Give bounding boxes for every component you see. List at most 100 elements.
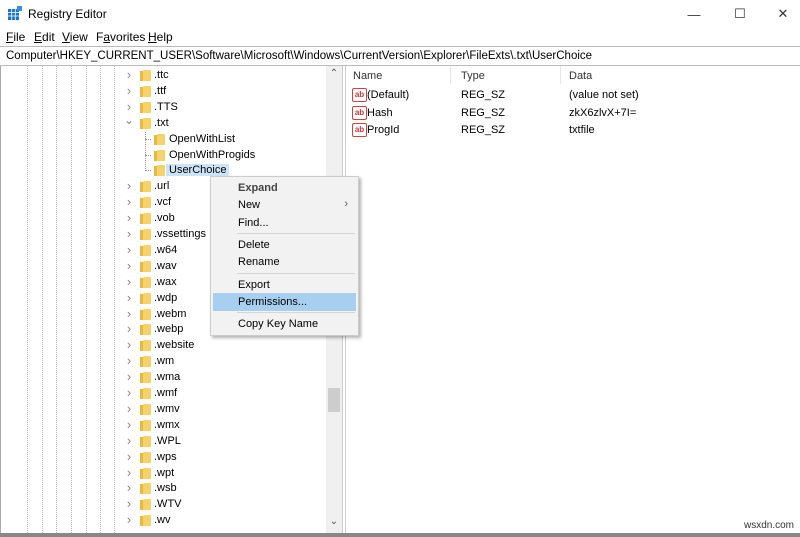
tree-item[interactable]: › .wmv xyxy=(1,401,326,418)
tree-item[interactable]: › .ttc xyxy=(1,67,326,84)
string-value-icon: ab xyxy=(352,105,367,120)
context-menu-delete[interactable]: Delete xyxy=(213,236,356,254)
chevron-right-icon[interactable]: › xyxy=(124,449,134,464)
chevron-right-icon[interactable]: › xyxy=(124,417,134,432)
chevron-right-icon[interactable]: › xyxy=(124,67,134,82)
tree-item[interactable]: › .TTS xyxy=(1,99,326,116)
tree-item[interactable]: › .wv xyxy=(1,512,326,529)
menu-view[interactable]: View xyxy=(62,30,88,44)
folder-icon xyxy=(140,340,151,352)
folder-icon xyxy=(140,515,151,527)
tree-item[interactable]: › .wm xyxy=(1,353,326,370)
chevron-right-icon[interactable]: › xyxy=(124,83,134,98)
chevron-right-icon[interactable]: › xyxy=(124,369,134,384)
tree-item[interactable]: › .ttf xyxy=(1,83,326,100)
tree-item[interactable]: › .wps xyxy=(1,449,326,466)
address-path[interactable]: Computer\HKEY_CURRENT_USER\Software\Micr… xyxy=(6,50,592,62)
scroll-thumb[interactable] xyxy=(328,388,340,412)
menu-help[interactable]: Help xyxy=(148,30,173,44)
scroll-up-icon[interactable]: ⌃ xyxy=(326,68,342,79)
context-menu-permissions[interactable]: Permissions... xyxy=(213,292,356,311)
window-bottom-edge xyxy=(0,533,800,537)
chevron-right-icon[interactable]: › xyxy=(124,337,134,352)
menu-edit[interactable]: Edit xyxy=(34,30,55,44)
context-menu-find[interactable]: Find... xyxy=(213,214,356,232)
chevron-right-icon[interactable]: › xyxy=(124,385,134,400)
menu-file[interactable]: File xyxy=(6,30,25,44)
tree-item[interactable]: › .wmx xyxy=(1,417,326,434)
tree-item-label: .vcf xyxy=(154,196,172,209)
chevron-down-icon[interactable]: ⌄ xyxy=(124,113,134,127)
tree-item[interactable]: › .wmf xyxy=(1,385,326,402)
folder-icon xyxy=(140,372,151,384)
submenu-arrow-icon: › xyxy=(344,198,348,211)
value-data: (value not set) xyxy=(569,89,639,101)
close-icon: ✕ xyxy=(777,6,789,21)
value-data: txtfile xyxy=(569,124,595,136)
chevron-right-icon[interactable]: › xyxy=(124,242,134,257)
tree-item[interactable]: ⌄ .txt xyxy=(1,113,326,132)
context-menu-new[interactable]: New › xyxy=(213,196,356,214)
chevron-right-icon[interactable]: › xyxy=(124,99,134,114)
tree-item-label: .txt xyxy=(154,116,169,129)
context-menu: Expand New › Find... Delete Rename Export Permi… xyxy=(210,176,359,336)
chevron-right-icon[interactable]: › xyxy=(124,401,134,416)
menu-item-label: Export xyxy=(238,278,270,291)
folder-icon xyxy=(140,276,151,288)
maximize-icon: ☐ xyxy=(734,6,746,21)
tree-item[interactable]: › .wma xyxy=(1,369,326,386)
tree-item-label: .wmv xyxy=(154,402,180,415)
tree-item[interactable]: › .website xyxy=(1,337,326,354)
context-menu-export[interactable]: Export xyxy=(213,276,356,294)
context-menu-expand[interactable]: Expand xyxy=(213,179,356,197)
chevron-right-icon[interactable]: › xyxy=(124,353,134,368)
maximize-button[interactable]: ☐ xyxy=(717,0,763,28)
chevron-right-icon[interactable]: › xyxy=(124,306,134,321)
context-menu-rename[interactable]: Rename xyxy=(213,253,356,271)
chevron-right-icon[interactable]: › xyxy=(124,465,134,480)
chevron-right-icon[interactable]: › xyxy=(124,194,134,209)
menu-favorites[interactable]: Favorites xyxy=(96,30,145,44)
tree-item-label: .wmf xyxy=(154,387,178,399)
tree-item-label: OpenWithList xyxy=(169,132,236,145)
chevron-right-icon[interactable]: › xyxy=(124,290,134,305)
column-header-name[interactable]: Name xyxy=(353,70,382,82)
folder-icon xyxy=(140,499,151,511)
chevron-right-icon[interactable]: › xyxy=(124,274,134,289)
tree-item[interactable]: › .WPL xyxy=(1,433,326,450)
chevron-right-icon[interactable]: › xyxy=(124,210,134,225)
scroll-down-icon[interactable]: ⌄ xyxy=(326,516,342,527)
address-bar[interactable]: Computer\HKEY_CURRENT_USER\Software\Micr… xyxy=(0,46,800,66)
tree-item[interactable]: OpenWithList xyxy=(1,132,326,148)
folder-icon xyxy=(154,133,165,145)
column-header-type[interactable]: Type xyxy=(461,70,485,82)
chevron-right-icon[interactable]: › xyxy=(124,433,134,448)
close-button[interactable]: ✕ xyxy=(760,0,800,28)
value-row[interactable]: ab ProgId REG_SZ txtfile xyxy=(346,122,800,139)
chevron-right-icon[interactable]: › xyxy=(124,226,134,241)
folder-icon xyxy=(140,181,151,193)
chevron-right-icon[interactable]: › xyxy=(124,178,134,193)
minimize-button[interactable]: — xyxy=(671,0,717,28)
tree-item[interactable]: › .WTV xyxy=(1,496,326,513)
column-divider[interactable] xyxy=(560,66,561,84)
tree-item-label: .wma xyxy=(154,371,181,384)
tree-item[interactable]: › .wpt xyxy=(1,465,326,482)
value-row[interactable]: ab Hash REG_SZ zkX6zlvX+7I= xyxy=(346,105,800,122)
column-header-data[interactable]: Data xyxy=(569,70,592,82)
chevron-right-icon[interactable]: › xyxy=(124,512,134,527)
folder-icon xyxy=(140,244,151,256)
tree-item[interactable]: OpenWithProgids xyxy=(1,148,326,164)
chevron-right-icon[interactable]: › xyxy=(124,321,134,336)
watermark: wsxdn.com xyxy=(743,520,794,531)
string-value-icon: ab xyxy=(352,88,367,102)
chevron-right-icon[interactable]: › xyxy=(124,258,134,273)
context-menu-copy-key-name[interactable]: Copy Key Name xyxy=(213,315,356,333)
tree-item[interactable]: › .wsb xyxy=(1,480,326,497)
title-bar: Registry Editor — ☐ ✕ xyxy=(0,0,800,28)
column-divider[interactable] xyxy=(450,66,451,84)
chevron-right-icon[interactable]: › xyxy=(124,480,134,495)
value-row[interactable]: ab (Default) REG_SZ (value not set) xyxy=(346,87,800,104)
menu-bar: File Edit View Favorites Help xyxy=(0,28,800,46)
chevron-right-icon[interactable]: › xyxy=(124,496,134,511)
